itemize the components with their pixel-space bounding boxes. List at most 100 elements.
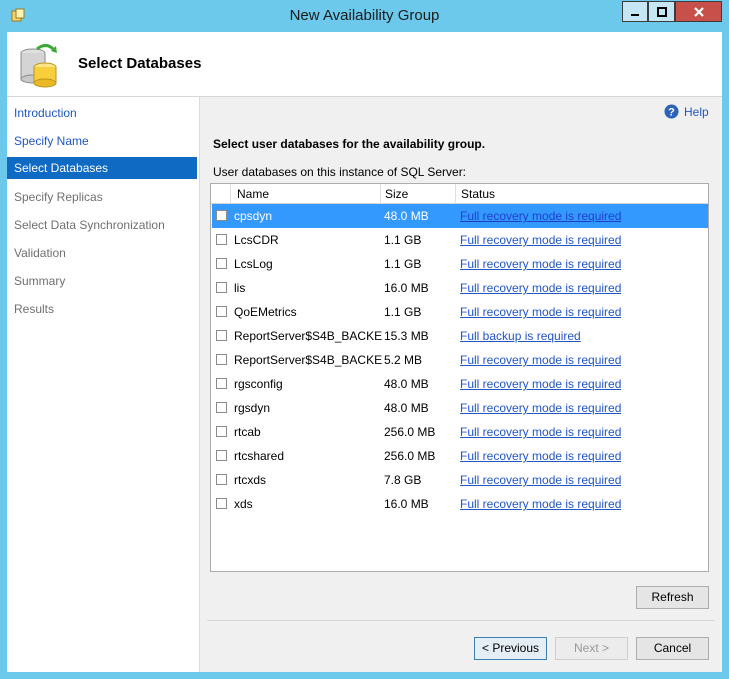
nav-item-validation: Validation: [14, 246, 66, 260]
row-checkbox[interactable]: [216, 402, 227, 413]
row-checkbox[interactable]: [216, 498, 227, 509]
database-name: xds: [234, 497, 253, 511]
nav-item-select-databases[interactable]: Select Databases: [7, 157, 197, 179]
database-name: ReportServer$S4B_BACKE...: [234, 353, 382, 367]
row-checkbox[interactable]: [216, 234, 227, 245]
database-size: 15.3 MB: [384, 329, 429, 343]
status-link[interactable]: Full recovery mode is required: [460, 497, 621, 511]
row-checkbox[interactable]: [216, 258, 227, 269]
table-row[interactable]: cpsdyn 48.0 MB Full recovery mode is req…: [212, 204, 708, 228]
column-header-size[interactable]: Size: [385, 187, 408, 201]
refresh-button[interactable]: Refresh: [636, 586, 709, 609]
database-name: ReportServer$S4B_BACKE...: [234, 329, 382, 343]
column-separator: [455, 184, 456, 203]
cancel-button[interactable]: Cancel: [636, 637, 709, 660]
status-link[interactable]: Full recovery mode is required: [460, 401, 621, 415]
row-checkbox[interactable]: [216, 330, 227, 341]
database-size: 7.8 GB: [384, 473, 422, 487]
table-row[interactable]: rtcab 256.0 MB Full recovery mode is req…: [212, 420, 708, 444]
table-row[interactable]: ReportServer$S4B_BACKE... 5.2 MB Full re…: [212, 348, 708, 372]
database-size: 5.2 MB: [384, 353, 423, 367]
status-link[interactable]: Full recovery mode is required: [460, 449, 621, 463]
database-size: 48.0 MB: [384, 377, 429, 391]
database-name: lis: [234, 281, 246, 295]
database-size: 1.1 GB: [384, 233, 422, 247]
table-row[interactable]: ReportServer$S4B_BACKE... 15.3 MB Full b…: [212, 324, 708, 348]
wizard-nav: Introduction Specify Name Select Databas…: [7, 97, 200, 672]
page-header: Select Databases: [7, 32, 722, 97]
database-size: 1.1 GB: [384, 257, 422, 271]
nav-item-results: Results: [14, 302, 55, 316]
dialog-client: Select Databases Introduction Specify Na…: [7, 32, 722, 672]
row-checkbox[interactable]: [216, 474, 227, 485]
database-name: rtcab: [234, 425, 261, 439]
status-link[interactable]: Full recovery mode is required: [460, 425, 621, 439]
row-checkbox[interactable]: [216, 378, 227, 389]
database-size: 16.0 MB: [384, 281, 429, 295]
database-name: rtcshared: [234, 449, 285, 463]
table-row[interactable]: lis 16.0 MB Full recovery mode is requir…: [212, 276, 708, 300]
grid-header: Name Size Status: [211, 184, 708, 204]
database-size: 48.0 MB: [384, 209, 429, 223]
table-row[interactable]: rtcxds 7.8 GB Full recovery mode is requ…: [212, 468, 708, 492]
next-button: Next >: [555, 637, 628, 660]
row-checkbox[interactable]: [216, 450, 227, 461]
status-link[interactable]: Full recovery mode is required: [460, 353, 621, 367]
maximize-icon: [656, 6, 667, 17]
database-name: rgsconfig: [234, 377, 283, 391]
table-row[interactable]: xds 16.0 MB Full recovery mode is requir…: [212, 492, 708, 516]
nav-item-specify-replicas: Specify Replicas: [14, 190, 103, 204]
column-header-status[interactable]: Status: [461, 187, 495, 201]
window-title: New Availability Group: [289, 7, 440, 24]
row-checkbox[interactable]: [216, 210, 227, 221]
status-link[interactable]: Full recovery mode is required: [460, 257, 621, 271]
table-row[interactable]: LcsCDR 1.1 GB Full recovery mode is requ…: [212, 228, 708, 252]
row-checkbox[interactable]: [216, 426, 227, 437]
svg-text:?: ?: [668, 107, 675, 119]
page-title: Select Databases: [78, 55, 202, 72]
database-size: 256.0 MB: [384, 449, 436, 463]
database-name: LcsLog: [234, 257, 273, 271]
database-size: 1.1 GB: [384, 305, 422, 319]
previous-button[interactable]: < Previous: [474, 637, 547, 660]
table-row[interactable]: rtcshared 256.0 MB Full recovery mode is…: [212, 444, 708, 468]
nav-item-introduction[interactable]: Introduction: [7, 102, 197, 124]
grid-label: User databases on this instance of SQL S…: [213, 165, 467, 179]
database-icon: [20, 44, 57, 88]
close-icon: [693, 6, 704, 17]
title-bar: New Availability Group: [0, 0, 729, 32]
table-row[interactable]: QoEMetrics 1.1 GB Full recovery mode is …: [212, 300, 708, 324]
column-header-name[interactable]: Name: [237, 187, 269, 201]
close-button[interactable]: [675, 1, 722, 22]
status-link[interactable]: Full recovery mode is required: [460, 305, 621, 319]
status-link[interactable]: Full recovery mode is required: [460, 233, 621, 247]
row-checkbox[interactable]: [216, 354, 227, 365]
help-link[interactable]: ? Help: [664, 104, 709, 119]
database-name: rtcxds: [234, 473, 267, 487]
table-row[interactable]: rgsdyn 48.0 MB Full recovery mode is req…: [212, 396, 708, 420]
table-row[interactable]: LcsLog 1.1 GB Full recovery mode is requ…: [212, 252, 708, 276]
nav-item-select-data-synchronization: Select Data Synchronization: [14, 218, 165, 232]
database-name: cpsdyn: [234, 209, 273, 223]
status-link[interactable]: Full recovery mode is required: [460, 377, 621, 391]
database-name: LcsCDR: [234, 233, 279, 247]
footer-divider: [207, 620, 715, 621]
maximize-button[interactable]: [648, 1, 675, 22]
minimize-icon: [631, 13, 639, 16]
nav-item-specify-name[interactable]: Specify Name: [7, 130, 197, 152]
minimize-button[interactable]: [622, 1, 648, 22]
row-checkbox[interactable]: [216, 306, 227, 317]
column-separator: [230, 184, 231, 203]
column-separator: [380, 184, 381, 203]
help-label: Help: [684, 104, 709, 119]
status-link[interactable]: Full recovery mode is required: [460, 281, 621, 295]
database-size: 48.0 MB: [384, 401, 429, 415]
status-link[interactable]: Full recovery mode is required: [460, 209, 621, 223]
status-link[interactable]: Full recovery mode is required: [460, 473, 621, 487]
row-checkbox[interactable]: [216, 282, 227, 293]
status-link[interactable]: Full backup is required: [460, 329, 581, 343]
database-size: 256.0 MB: [384, 425, 436, 439]
database-grid: Name Size Status cpsdyn 48.0 MB Full rec…: [210, 183, 709, 572]
table-row[interactable]: rgsconfig 48.0 MB Full recovery mode is …: [212, 372, 708, 396]
help-icon: ?: [664, 104, 679, 119]
